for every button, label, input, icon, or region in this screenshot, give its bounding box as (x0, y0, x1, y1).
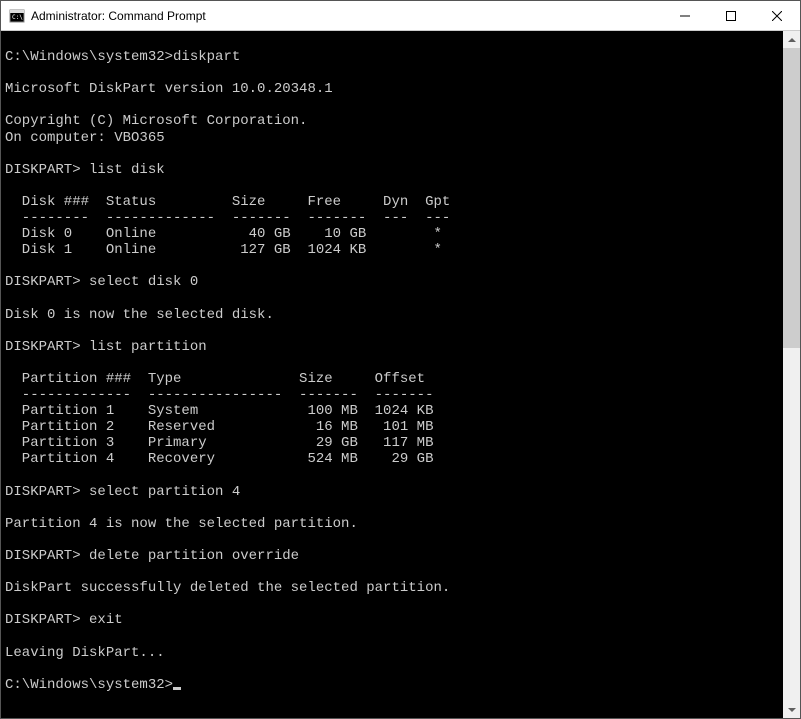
diskpart-prompt: DISKPART> (5, 548, 81, 564)
maximize-button[interactable] (708, 1, 754, 30)
minimize-button[interactable] (662, 1, 708, 30)
command-text: select disk 0 (81, 274, 199, 290)
cmd-icon: C:\ (9, 8, 25, 24)
diskpart-prompt: DISKPART> (5, 612, 81, 628)
command-text: delete partition override (81, 548, 299, 564)
diskpart-prompt: DISKPART> (5, 274, 81, 290)
copyright-text: Copyright (C) Microsoft Corporation. (5, 113, 779, 129)
table-row: Partition 2 Reserved 16 MB 101 MB (5, 419, 779, 435)
table-row: Partition 1 System 100 MB 1024 KB (5, 403, 779, 419)
status-message: DiskPart successfully deleted the select… (5, 580, 779, 596)
scroll-up-icon[interactable] (783, 31, 800, 48)
window-controls (662, 1, 800, 30)
diskpart-prompt: DISKPART> (5, 162, 81, 178)
status-message: Leaving DiskPart... (5, 645, 779, 661)
scrollbar-thumb[interactable] (783, 48, 800, 348)
window-title: Administrator: Command Prompt (31, 9, 662, 23)
command-text: select partition 4 (81, 484, 241, 500)
prompt-path: C:\Windows\system32> (5, 677, 173, 693)
terminal-output[interactable]: C:\Windows\system32>diskpart Microsoft D… (1, 31, 783, 718)
disk-table-divider: -------- ------------- ------- ------- -… (5, 210, 779, 226)
close-button[interactable] (754, 1, 800, 30)
table-row: Disk 0 Online 40 GB 10 GB * (5, 226, 779, 242)
partition-table-header: Partition ### Type Size Offset (5, 371, 779, 387)
svg-text:C:\: C:\ (12, 14, 23, 21)
table-row: Disk 1 Online 127 GB 1024 KB * (5, 242, 779, 258)
command-text: diskpart (173, 49, 240, 65)
content-area: C:\Windows\system32>diskpart Microsoft D… (1, 31, 800, 718)
command-prompt-window: C:\ Administrator: Command Prompt C:\Win… (0, 0, 801, 719)
cursor (173, 687, 181, 690)
computer-text: On computer: VBO365 (5, 130, 779, 146)
table-row: Partition 4 Recovery 524 MB 29 GB (5, 451, 779, 467)
prompt-path: C:\Windows\system32> (5, 49, 173, 65)
diskpart-prompt: DISKPART> (5, 484, 81, 500)
status-message: Partition 4 is now the selected partitio… (5, 516, 779, 532)
partition-table-divider: ------------- ---------------- ------- -… (5, 387, 779, 403)
command-text: list partition (81, 339, 207, 355)
disk-table-header: Disk ### Status Size Free Dyn Gpt (5, 194, 779, 210)
vertical-scrollbar[interactable] (783, 31, 800, 718)
titlebar: C:\ Administrator: Command Prompt (1, 1, 800, 31)
status-message: Disk 0 is now the selected disk. (5, 307, 779, 323)
table-row: Partition 3 Primary 29 GB 117 MB (5, 435, 779, 451)
version-text: Microsoft DiskPart version 10.0.20348.1 (5, 81, 779, 97)
command-text: exit (81, 612, 123, 628)
scroll-down-icon[interactable] (783, 701, 800, 718)
diskpart-prompt: DISKPART> (5, 339, 81, 355)
command-text: list disk (81, 162, 165, 178)
